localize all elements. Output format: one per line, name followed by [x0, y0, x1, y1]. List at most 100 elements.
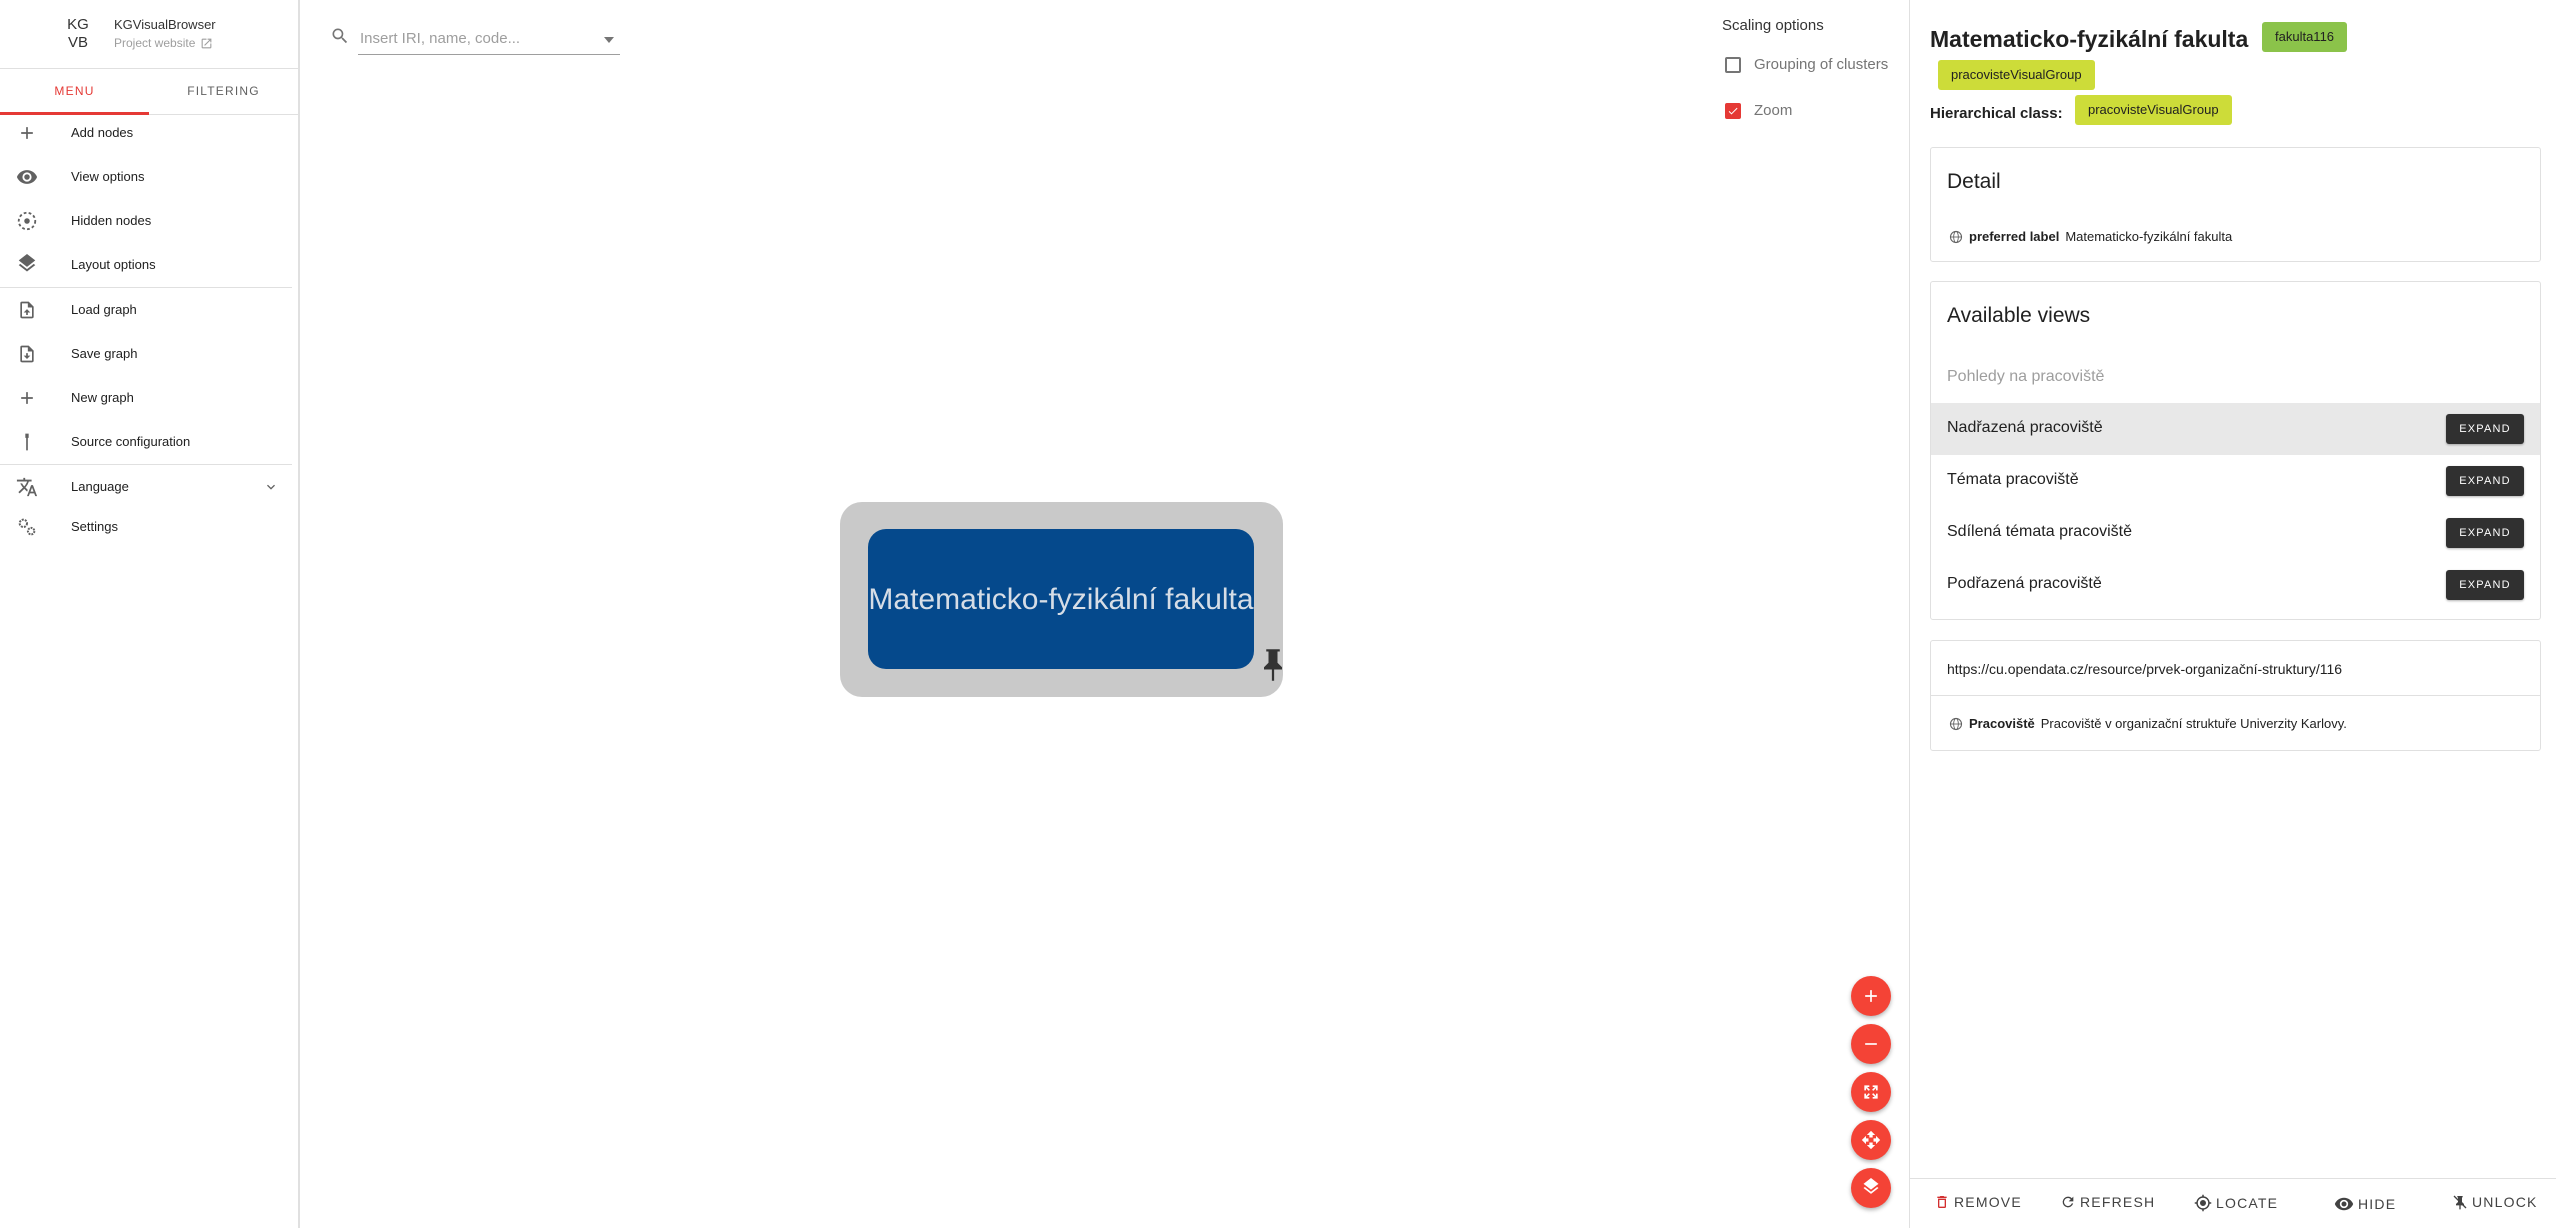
menu-item-view-options[interactable]: View options	[0, 154, 298, 198]
logo-line-1: KG	[67, 16, 89, 33]
search-input[interactable]: Insert IRI, name, code...	[358, 30, 620, 55]
views-subheading: Pohledy na pracoviště	[1947, 368, 2105, 385]
project-website-link[interactable]: Project website	[114, 36, 213, 50]
menu-item-settings[interactable]: Settings	[0, 504, 298, 548]
menu-label-new-graph: New graph	[71, 389, 134, 405]
scaling-options-title: Scaling options	[1722, 17, 1824, 34]
grouping-clusters-checkbox[interactable]	[1725, 57, 1741, 73]
menu-label-save-graph: Save graph	[71, 345, 138, 361]
menu-label-load-graph: Load graph	[71, 301, 137, 317]
tab-filtering[interactable]: FILTERING	[149, 69, 298, 114]
locate-button[interactable]: LOCATE	[2194, 1194, 2278, 1212]
expand-button[interactable]: EXPAND	[2446, 570, 2524, 600]
minus-icon	[1865, 1043, 1877, 1045]
class-row: Pracoviště Pracoviště v organizační stru…	[1949, 716, 2347, 731]
view-row[interactable]: Podřazená pracoviště EXPAND	[1931, 559, 2540, 611]
plus-icon	[16, 122, 38, 144]
menu-item-save-graph[interactable]: Save graph	[0, 331, 298, 375]
fullscreen-icon	[1864, 1085, 1878, 1099]
graph-node-label: Matematicko-fyzikální fakulta	[868, 582, 1254, 616]
unlock-button[interactable]: UNLOCK	[2452, 1194, 2538, 1210]
globe-icon	[1949, 230, 1963, 243]
menu-item-add-nodes[interactable]: Add nodes	[0, 110, 298, 154]
plus-icon	[1865, 990, 1877, 1002]
center-graph-button[interactable]	[1851, 1120, 1891, 1160]
available-views-heading: Available views	[1947, 304, 2091, 327]
class-card: https://cu.opendata.cz/resource/prvek-or…	[1930, 640, 2541, 751]
refresh-button[interactable]: REFRESH	[2060, 1194, 2155, 1210]
crosshair-icon	[2194, 1194, 2212, 1212]
expand-button[interactable]: EXPAND	[2446, 466, 2524, 496]
preferred-label-row: preferred label Matematicko-fyzikální fa…	[1949, 229, 2232, 244]
available-views-card: Available views Pohledy na pracoviště Na…	[1930, 281, 2541, 620]
menu-item-new-graph[interactable]: New graph	[0, 375, 298, 419]
detail-heading: Detail	[1947, 170, 2001, 193]
class-name: Pracoviště	[1969, 716, 2035, 731]
menu-item-language[interactable]: Language	[0, 464, 298, 508]
view-label: Sdílená témata pracoviště	[1947, 523, 2132, 540]
menu-item-hidden-nodes[interactable]: Hidden nodes	[0, 198, 298, 242]
app-logo: KG VB	[64, 16, 92, 52]
menu-label-source-configuration: Source configuration	[71, 433, 191, 449]
menu-label-language: Language	[71, 478, 129, 494]
menu-item-source-configuration[interactable]: Source configuration	[0, 419, 298, 463]
plus-icon	[16, 387, 38, 409]
external-link-icon	[202, 38, 212, 48]
hide-button[interactable]: HIDE	[2334, 1194, 2396, 1214]
menu-label-add-nodes: Add nodes	[71, 124, 134, 140]
logo-line-2: VB	[67, 34, 88, 51]
preferred-label-value: Matematicko-fyzikální fakulta	[2065, 229, 2233, 244]
menu-item-layout-options[interactable]: Layout options	[0, 242, 298, 286]
unlock-label: UNLOCK	[2472, 1194, 2538, 1210]
gears-icon	[16, 516, 38, 538]
trash-icon	[1937, 1196, 1947, 1208]
node-title: Matematicko-fyzikální fakulta	[1930, 26, 2249, 52]
menu-item-load-graph[interactable]: Load graph	[0, 287, 298, 331]
node-id-chip: fakulta116	[2262, 22, 2348, 52]
unpin-icon	[2453, 1195, 2467, 1210]
hide-label: HIDE	[2358, 1196, 2397, 1212]
pin-icon[interactable]	[1259, 647, 1287, 683]
project-website-label: Project website	[114, 36, 196, 50]
refresh-label: REFRESH	[2080, 1194, 2156, 1210]
zoom-checkbox[interactable]	[1725, 103, 1741, 119]
remove-label: REMOVE	[1954, 1194, 2022, 1210]
chevron-down-icon	[267, 484, 275, 490]
graph-node[interactable]: Matematicko-fyzikální fakulta	[868, 529, 1254, 669]
file-download-icon	[16, 343, 38, 365]
layout-button[interactable]	[1851, 1168, 1891, 1208]
menu-label-layout-options: Layout options	[71, 256, 156, 272]
hidden-nodes-icon	[16, 210, 38, 232]
view-row[interactable]: Témata pracoviště EXPAND	[1931, 455, 2540, 507]
sidebar: KG VB KGVisualBrowser Project website ME…	[0, 0, 300, 1228]
translate-icon	[16, 476, 38, 498]
zoom-label: Zoom	[1754, 102, 1793, 119]
sidebar-tabs: MENU FILTERING	[0, 68, 298, 115]
menu-label-hidden-nodes: Hidden nodes	[71, 212, 152, 228]
expand-button[interactable]: EXPAND	[2446, 518, 2524, 548]
class-description: Pracoviště v organizační struktuře Unive…	[2040, 716, 2347, 731]
locate-label: LOCATE	[2216, 1195, 2279, 1211]
detail-card: Detail preferred label Matematicko-fyzik…	[1930, 147, 2541, 262]
zoom-out-button[interactable]	[1851, 1024, 1891, 1064]
fit-screen-button[interactable]	[1851, 1072, 1891, 1112]
tab-menu[interactable]: MENU	[0, 69, 149, 115]
menu-label-settings: Settings	[71, 518, 118, 534]
remove-button[interactable]: REMOVE	[1934, 1194, 2022, 1210]
hierarchical-class-label: Hierarchical class:	[1930, 105, 2063, 122]
layers-icon	[16, 254, 38, 276]
grouping-clusters-label: Grouping of clusters	[1754, 56, 1889, 73]
node-iri[interactable]: https://cu.opendata.cz/resource/prvek-or…	[1947, 661, 2342, 677]
move-icon	[1861, 1130, 1881, 1150]
menu-label-view-options: View options	[71, 168, 145, 184]
preferred-label-key: preferred label	[1969, 229, 2060, 244]
expand-button[interactable]: EXPAND	[2446, 414, 2524, 444]
view-row[interactable]: Sdílená témata pracoviště EXPAND	[1931, 507, 2540, 559]
app-title: KGVisualBrowser	[114, 17, 216, 32]
view-label: Podřazená pracoviště	[1947, 575, 2102, 592]
view-row[interactable]: Nadřazená pracoviště EXPAND	[1931, 403, 2540, 455]
node-group-chip: pracovisteVisualGroup	[1938, 60, 2095, 90]
dropdown-caret-icon[interactable]	[604, 37, 614, 43]
view-label: Nadřazená pracoviště	[1947, 419, 2103, 436]
zoom-in-button[interactable]	[1851, 976, 1891, 1016]
